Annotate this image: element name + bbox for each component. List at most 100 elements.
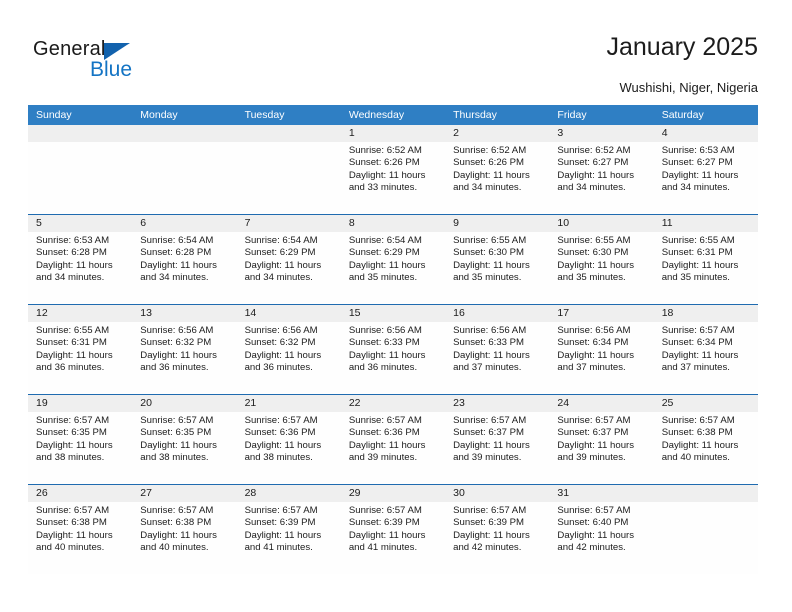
day-cell-10[interactable]: Sunrise: 6:55 AM Sunset: 6:30 PM Daylight:… (549, 232, 653, 304)
day-number-23[interactable]: 23 (445, 395, 549, 412)
day-cell-21[interactable]: Sunrise: 6:57 AM Sunset: 6:36 PM Daylight:… (237, 412, 341, 484)
generalblue-logo[interactable]: General Blue (33, 38, 173, 86)
daylight-text: Daylight: 11 hours and 35 minutes. (348, 259, 426, 284)
day-number-20[interactable]: 20 (132, 395, 236, 412)
day-cell-1[interactable]: Sunrise: 6:52 AM Sunset: 6:26 PM Daylight:… (341, 142, 445, 214)
day-number-29[interactable]: 29 (341, 485, 445, 502)
sunrise-text: Sunrise: 6:57 AM (244, 415, 318, 426)
day-cell-18[interactable]: Sunrise: 6:57 AM Sunset: 6:34 PM Daylight:… (654, 322, 758, 394)
day-number-28[interactable]: 28 (237, 485, 341, 502)
day-number-26[interactable]: 26 (28, 485, 132, 502)
day-number-17[interactable]: 17 (549, 305, 653, 322)
daylight-text: Daylight: 11 hours and 42 minutes. (453, 529, 530, 554)
day-number-24[interactable]: 24 (549, 395, 653, 412)
day-cell-17[interactable]: Sunrise: 6:56 AM Sunset: 6:34 PM Daylight:… (549, 322, 653, 394)
day-number-8[interactable]: 8 (341, 215, 445, 232)
day-cell-9[interactable]: Sunrise: 6:55 AM Sunset: 6:30 PM Daylight:… (445, 232, 549, 304)
sunrise-text: Sunrise: 6:54 AM (244, 235, 318, 246)
day-cell-19[interactable]: Sunrise: 6:57 AM Sunset: 6:35 PM Daylight:… (28, 412, 132, 484)
day-number-empty (654, 485, 758, 502)
day-number-13[interactable]: 13 (132, 305, 236, 322)
day-cell-16[interactable]: Sunrise: 6:56 AM Sunset: 6:33 PM Daylight:… (445, 322, 549, 394)
sunrise-text: Sunrise: 6:57 AM (453, 505, 527, 516)
week-detail-band: Sunrise: 6:52 AM Sunset: 6:26 PM Daylight:… (28, 142, 758, 214)
sunrise-text: Sunrise: 6:52 AM (557, 145, 631, 156)
sunrise-text: Sunrise: 6:57 AM (661, 415, 735, 426)
week-detail-band: Sunrise: 6:57 AM Sunset: 6:35 PM Daylight:… (28, 412, 758, 484)
day-number-2[interactable]: 2 (445, 125, 549, 142)
sunset-text: Sunset: 6:36 PM (244, 427, 316, 439)
day-cell-7[interactable]: Sunrise: 6:54 AM Sunset: 6:29 PM Daylight:… (237, 232, 341, 304)
sunset-text: Sunset: 6:39 PM (453, 517, 525, 529)
sunset-text: Sunset: 6:38 PM (661, 427, 733, 439)
calendar-week-row: 5 6 7 8 9 10 11 Sunrise: 6:53 AM Sunset: 6:28 PM… (28, 214, 758, 304)
day-number-27[interactable]: 27 (132, 485, 236, 502)
day-number-11[interactable]: 11 (654, 215, 758, 232)
day-cell-empty (237, 142, 341, 214)
day-cell-20[interactable]: Sunrise: 6:57 AM Sunset: 6:35 PM Daylight:… (132, 412, 236, 484)
day-number-5[interactable]: 5 (28, 215, 132, 232)
week-date-band: 26 27 28 29 30 31 (28, 485, 758, 502)
day-cell-28[interactable]: Sunrise: 6:57 AM Sunset: 6:39 PM Daylight:… (237, 502, 341, 574)
day-cell-6[interactable]: Sunrise: 6:54 AM Sunset: 6:28 PM Daylight:… (132, 232, 236, 304)
day-number-14[interactable]: 14 (237, 305, 341, 322)
day-number-9[interactable]: 9 (445, 215, 549, 232)
day-cell-25[interactable]: Sunrise: 6:57 AM Sunset: 6:38 PM Daylight:… (654, 412, 758, 484)
day-cell-31[interactable]: Sunrise: 6:57 AM Sunset: 6:40 PM Daylight:… (549, 502, 653, 574)
day-cell-empty (132, 142, 236, 214)
day-number-22[interactable]: 22 (341, 395, 445, 412)
sunset-text: Sunset: 6:28 PM (140, 247, 212, 259)
day-cell-8[interactable]: Sunrise: 6:54 AM Sunset: 6:29 PM Daylight:… (341, 232, 445, 304)
day-cell-24[interactable]: Sunrise: 6:57 AM Sunset: 6:37 PM Daylight:… (549, 412, 653, 484)
calendar-week-row: 12 13 14 15 16 17 18 Sunrise: 6:55 AM Sunset: 6:… (28, 304, 758, 394)
day-number-31[interactable]: 31 (549, 485, 653, 502)
day-number-19[interactable]: 19 (28, 395, 132, 412)
daylight-text: Daylight: 11 hours and 35 minutes. (661, 259, 739, 284)
sunrise-text: Sunrise: 6:57 AM (140, 505, 214, 516)
calendar-week-row: 19 20 21 22 23 24 25 Sunrise: 6:57 AM Sunset: 6:… (28, 394, 758, 484)
sunrise-text: Sunrise: 6:53 AM (36, 235, 110, 246)
week-date-band: 19 20 21 22 23 24 25 (28, 395, 758, 412)
day-number-21[interactable]: 21 (237, 395, 341, 412)
calendar-week-row: 1 2 3 4 Sunrise: 6:52 AM Sunset: 6:26 PM Dayli… (28, 125, 758, 214)
day-number-7[interactable]: 7 (237, 215, 341, 232)
day-number-6[interactable]: 6 (132, 215, 236, 232)
daylight-text: Daylight: 11 hours and 34 minutes. (244, 259, 322, 284)
day-cell-3[interactable]: Sunrise: 6:52 AM Sunset: 6:27 PM Daylight:… (549, 142, 653, 214)
day-number-15[interactable]: 15 (341, 305, 445, 322)
day-cell-22[interactable]: Sunrise: 6:57 AM Sunset: 6:36 PM Daylight:… (341, 412, 445, 484)
day-cell-2[interactable]: Sunrise: 6:52 AM Sunset: 6:26 PM Daylight:… (445, 142, 549, 214)
day-cell-11[interactable]: Sunrise: 6:55 AM Sunset: 6:31 PM Daylight:… (654, 232, 758, 304)
sunrise-text: Sunrise: 6:57 AM (36, 505, 110, 516)
day-number-12[interactable]: 12 (28, 305, 132, 322)
day-number-16[interactable]: 16 (445, 305, 549, 322)
sunrise-text: Sunrise: 6:57 AM (36, 415, 110, 426)
day-number-18[interactable]: 18 (654, 305, 758, 322)
day-number-3[interactable]: 3 (549, 125, 653, 142)
week-detail-band: Sunrise: 6:57 AM Sunset: 6:38 PM Daylight:… (28, 502, 758, 574)
day-cell-26[interactable]: Sunrise: 6:57 AM Sunset: 6:38 PM Daylight:… (28, 502, 132, 574)
sunset-text: Sunset: 6:34 PM (557, 337, 629, 349)
daylight-text: Daylight: 11 hours and 39 minutes. (557, 439, 635, 464)
day-cell-13[interactable]: Sunrise: 6:56 AM Sunset: 6:32 PM Daylight:… (132, 322, 236, 394)
day-cell-23[interactable]: Sunrise: 6:57 AM Sunset: 6:37 PM Daylight:… (445, 412, 549, 484)
logo-text-general: General (33, 38, 106, 60)
day-cell-27[interactable]: Sunrise: 6:57 AM Sunset: 6:38 PM Daylight:… (132, 502, 236, 574)
daylight-text: Daylight: 11 hours and 37 minutes. (557, 349, 635, 374)
day-number-1[interactable]: 1 (341, 125, 445, 142)
day-cell-4[interactable]: Sunrise: 6:53 AM Sunset: 6:27 PM Daylight:… (654, 142, 758, 214)
logo-text-blue: Blue (90, 58, 133, 81)
day-number-10[interactable]: 10 (549, 215, 653, 232)
day-cell-15[interactable]: Sunrise: 6:56 AM Sunset: 6:33 PM Daylight:… (341, 322, 445, 394)
day-number-25[interactable]: 25 (654, 395, 758, 412)
sunset-text: Sunset: 6:27 PM (661, 157, 733, 169)
day-number-30[interactable]: 30 (445, 485, 549, 502)
day-cell-29[interactable]: Sunrise: 6:57 AM Sunset: 6:39 PM Daylight:… (341, 502, 445, 574)
day-number-4[interactable]: 4 (654, 125, 758, 142)
day-cell-12[interactable]: Sunrise: 6:55 AM Sunset: 6:31 PM Daylight:… (28, 322, 132, 394)
day-cell-30[interactable]: Sunrise: 6:57 AM Sunset: 6:39 PM Daylight:… (445, 502, 549, 574)
sunset-text: Sunset: 6:30 PM (453, 247, 525, 259)
day-cell-5[interactable]: Sunrise: 6:53 AM Sunset: 6:28 PM Daylight:… (28, 232, 132, 304)
day-cell-14[interactable]: Sunrise: 6:56 AM Sunset: 6:32 PM Daylight:… (237, 322, 341, 394)
daylight-text: Daylight: 11 hours and 40 minutes. (36, 529, 113, 554)
